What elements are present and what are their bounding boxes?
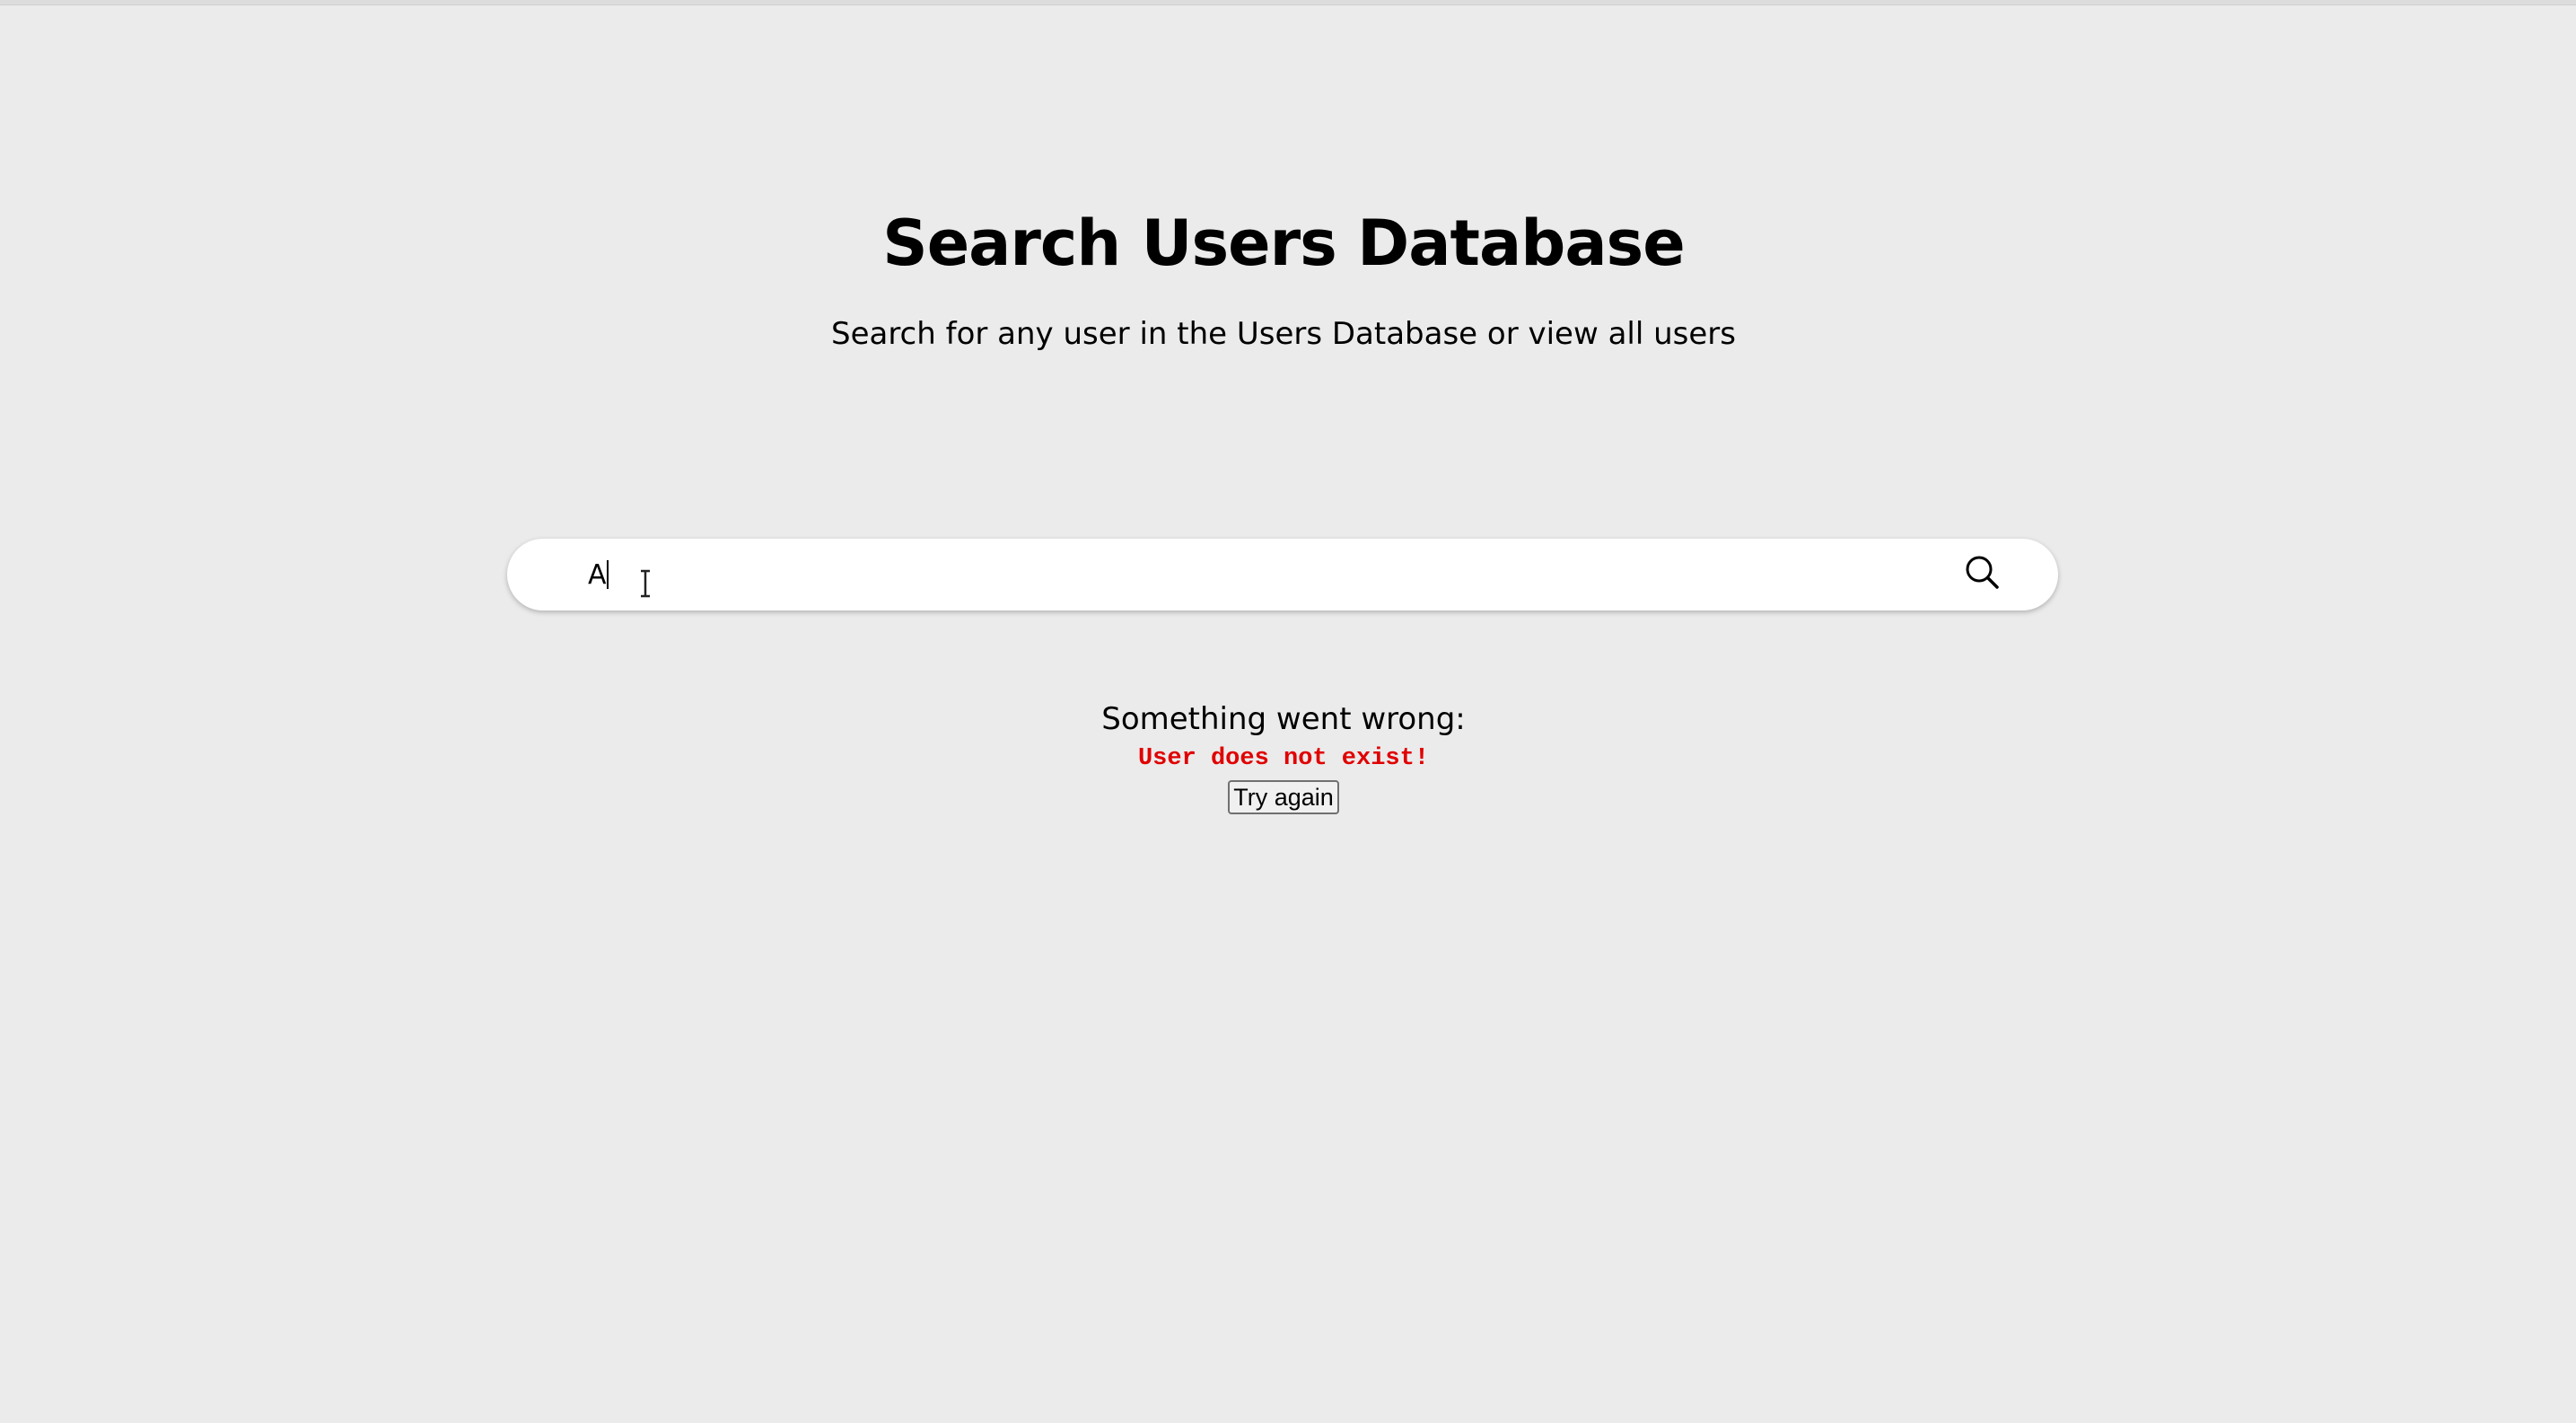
search-icon (1966, 556, 1999, 589)
error-message: User does not exist! (1137, 745, 1430, 772)
search-input[interactable] (588, 548, 1934, 602)
text-cursor-icon (641, 569, 650, 598)
text-caret (607, 560, 609, 589)
search-bar (507, 539, 2058, 610)
try-again-button[interactable]: Try again (1228, 780, 1339, 814)
retry-container: Try again (0, 780, 2567, 814)
top-border (0, 0, 2576, 5)
page-subtitle: Search for any user in the Users Databas… (830, 316, 1736, 352)
search-button[interactable] (1961, 551, 2006, 596)
page-title: Search Users Database (882, 206, 1685, 280)
error-heading: Something went wrong: (1101, 701, 1466, 737)
